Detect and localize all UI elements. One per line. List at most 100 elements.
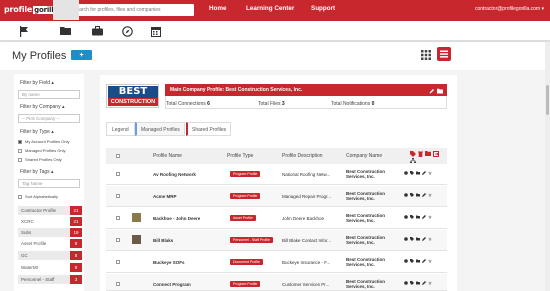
user-menu[interactable]: contractor@profilegorilla.com ▾ [475, 6, 544, 12]
tag-filter-item[interactable]: Asset Profile 9 [18, 239, 82, 248]
logo[interactable]: profile gorilla [4, 5, 59, 16]
tag-name: GC [21, 253, 28, 258]
table-row[interactable]: Buckeye SOFs Document Profile Buckeye In… [106, 252, 447, 273]
table-row[interactable]: Connect Program Program Profile Customer… [106, 274, 447, 291]
table-row[interactable]: Av Roofing Network Program Profile Natio… [106, 164, 447, 185]
folder-icon[interactable] [416, 259, 420, 263]
star-icon[interactable] [428, 281, 432, 285]
filter-field-label[interactable]: Filter by Field ▴ [20, 80, 54, 86]
legend-label: Legend [106, 122, 135, 136]
type-option-managed[interactable]: Managed Profiles Only [18, 148, 65, 153]
filter-type-label[interactable]: Filter by Type ▴ [20, 129, 54, 135]
star-icon[interactable] [428, 171, 432, 175]
row-checkbox[interactable] [116, 216, 120, 220]
folder-icon[interactable] [416, 281, 420, 285]
tag-name-input[interactable]: Tag Name [18, 179, 80, 188]
compass-icon[interactable] [121, 25, 133, 37]
profile-name[interactable]: Acme MRP [153, 194, 177, 199]
profile-name[interactable]: Backhoe - John Deere [153, 216, 200, 221]
nav-support[interactable]: Support [311, 5, 335, 12]
row-checkbox[interactable] [116, 238, 120, 242]
nav-learning-center[interactable]: Learning Center [246, 5, 294, 12]
add-profile-button[interactable]: + [71, 50, 92, 60]
edit-icon[interactable] [422, 215, 426, 219]
globe-icon[interactable] [404, 237, 408, 241]
tag-icon[interactable] [410, 171, 414, 175]
tag-icon[interactable] [410, 193, 414, 197]
edit-icon[interactable] [422, 259, 426, 263]
search-input[interactable] [68, 4, 194, 16]
folder-icon[interactable] [60, 25, 72, 37]
globe-icon[interactable] [404, 193, 408, 197]
trash-icon[interactable] [418, 151, 423, 159]
row-checkbox[interactable] [116, 282, 120, 286]
folder-icon[interactable] [416, 237, 420, 241]
star-icon[interactable] [428, 259, 432, 263]
sort-alphabetically-option[interactable]: Sort Alphabetically [18, 194, 58, 199]
profile-description: Customer Services Pr... [282, 282, 330, 287]
profile-name[interactable]: Connect Program [153, 282, 191, 287]
folder-icon[interactable] [425, 151, 431, 158]
table-row[interactable]: Bill Blaks Personnel - Staff Profile Bil… [106, 230, 447, 251]
profile-name[interactable]: Bill Blaks [153, 238, 173, 243]
checkbox[interactable] [18, 148, 22, 153]
edit-icon[interactable] [422, 171, 426, 175]
checkbox[interactable] [18, 157, 22, 162]
folder-icon[interactable] [416, 215, 420, 219]
flag-icon[interactable] [18, 25, 30, 37]
table-row[interactable]: Backhoe - John Deere Asset Profile John … [106, 208, 447, 229]
edit-icon[interactable] [422, 193, 426, 197]
row-checkbox[interactable] [116, 194, 120, 198]
globe-icon[interactable] [404, 281, 408, 285]
filter-tags-label[interactable]: Filter by Tags ▴ [20, 169, 54, 175]
page-scrollbar[interactable] [545, 42, 550, 291]
edit-icon[interactable] [422, 237, 426, 241]
table-row[interactable]: Acme MRP Program Profile Managed Repair … [106, 186, 447, 207]
tag-icon[interactable] [410, 281, 414, 285]
column-header[interactable]: Profile Name [153, 153, 182, 159]
tag-filter-item[interactable]: WaterMt 9 [18, 263, 82, 272]
column-header[interactable]: Profile Type [227, 153, 253, 159]
checkbox-checked[interactable] [18, 139, 22, 144]
folder-icon[interactable] [416, 171, 420, 175]
list-view-icon[interactable] [437, 47, 451, 61]
checkbox[interactable] [18, 194, 22, 199]
profile-name[interactable]: Av Roofing Network [153, 172, 196, 177]
tag-icon[interactable] [410, 259, 414, 263]
tag-icon[interactable] [410, 215, 414, 219]
select-all-checkbox[interactable] [116, 154, 120, 158]
folder-icon[interactable] [416, 193, 420, 197]
tag-icon[interactable] [410, 237, 414, 241]
star-icon[interactable] [428, 237, 432, 241]
globe-icon[interactable] [404, 259, 408, 263]
type-option-shared[interactable]: Shared Profiles Only [18, 157, 62, 162]
tag-filter-item[interactable]: GC 8 [18, 251, 82, 260]
star-icon[interactable] [428, 193, 432, 197]
row-checkbox[interactable] [116, 260, 120, 264]
nav-home[interactable]: Home [209, 5, 227, 12]
row-checkbox[interactable] [116, 172, 120, 176]
export-icon[interactable] [433, 151, 439, 159]
tag-filter-item[interactable]: Personnel - Staff 3 [18, 275, 82, 284]
filter-company-label[interactable]: Filter by Company ▴ [20, 104, 64, 110]
scrollbar-thumb[interactable] [546, 85, 549, 115]
globe-icon[interactable] [404, 171, 408, 175]
star-icon[interactable] [428, 215, 432, 219]
name-filter-input[interactable]: By name [18, 90, 80, 99]
type-option-my-account[interactable]: My Account Profiles Only [18, 139, 69, 144]
grid-view-icon[interactable] [420, 49, 432, 61]
type-label: Shared Profiles Only [25, 157, 62, 162]
edit-icon[interactable] [422, 281, 426, 285]
tag-filter-item[interactable]: XCRC 21 [18, 217, 82, 226]
profile-name[interactable]: Buckeye SOFs [153, 260, 185, 265]
column-header[interactable]: Company Name [346, 153, 382, 159]
tag-filter-item[interactable]: Contractor Profile 21 [18, 206, 82, 215]
main-company-profile-bar[interactable]: Main Company Profile: Best Construction … [165, 84, 447, 96]
briefcase-icon[interactable] [91, 25, 103, 37]
column-header[interactable]: Profile Description [282, 153, 323, 159]
tag-filter-item[interactable]: Subs 19 [18, 228, 82, 237]
page-title: My Profiles [12, 50, 67, 62]
company-select[interactable]: -- Pick Company -- [18, 114, 80, 123]
calendar-icon[interactable] [150, 25, 162, 37]
globe-icon[interactable] [404, 215, 408, 219]
